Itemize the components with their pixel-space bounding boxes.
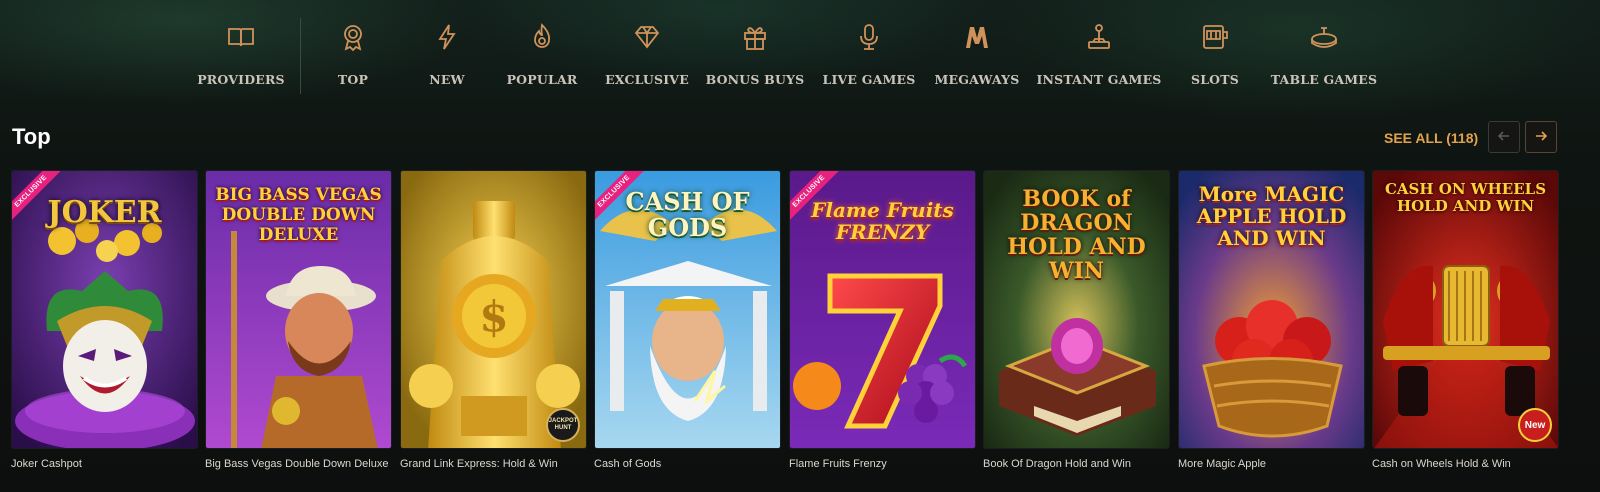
- nav-item-slots[interactable]: SLOTS: [1171, 18, 1259, 87]
- nav-label: SLOTS: [1190, 72, 1240, 87]
- game-thumbnail[interactable]: Flame Fruits FRENZY EXCLUSIVE: [789, 170, 976, 449]
- nav-label: MEGAWAYS: [934, 72, 1020, 87]
- nav-item-top[interactable]: TOP: [301, 18, 405, 87]
- game-card-cash-of-gods[interactable]: CASH OF GODS EXCLUSIVE Cash of Gods: [594, 170, 781, 470]
- game-card-book-of-dragon[interactable]: BOOK of DRAGON HOLD AND WIN Book Of Drag…: [983, 170, 1170, 470]
- game-logo: CASH ON WHEELS HOLD AND WIN: [1384, 180, 1547, 215]
- game-card-cash-on-wheels[interactable]: CASH ON WHEELS HOLD AND WIN New Cash on …: [1372, 170, 1559, 470]
- award-rosette-icon: [338, 18, 368, 56]
- nav-item-bonus-buys[interactable]: BONUS BUYS: [699, 18, 811, 87]
- nav-item-exclusive[interactable]: EXCLUSIVE: [595, 18, 699, 87]
- game-title[interactable]: Joker Cashpot: [11, 458, 198, 470]
- nav-label: TOP: [337, 72, 369, 87]
- game-thumbnail[interactable]: BOOK of DRAGON HOLD AND WIN: [983, 170, 1170, 449]
- game-logo: CASH OF GODS: [625, 187, 750, 242]
- nav-label: POPULAR: [506, 72, 578, 87]
- nav-label: TABLE GAMES: [1270, 72, 1378, 87]
- game-title[interactable]: Flame Fruits Frenzy: [789, 458, 976, 470]
- game-title[interactable]: Grand Link Express: Hold & Win: [400, 458, 587, 470]
- nav-item-providers[interactable]: PROVIDERS: [197, 18, 285, 87]
- game-title[interactable]: More Magic Apple: [1178, 458, 1365, 470]
- nav-label: INSTANT GAMES: [1036, 72, 1162, 87]
- game-card-grand-link-express[interactable]: $ JACKPOT HUNT Grand Link Express: Hold …: [400, 170, 587, 470]
- game-logo: JOKER: [47, 195, 162, 230]
- nav-item-new[interactable]: NEW: [405, 18, 489, 87]
- game-title[interactable]: Cash of Gods: [594, 458, 781, 470]
- arrow-right-icon: [1534, 128, 1548, 147]
- game-thumbnail[interactable]: BIG BASS VEGAS DOUBLE DOWN DELUXE: [205, 170, 392, 449]
- flame-icon: [527, 18, 557, 56]
- game-logo: BIG BASS VEGAS DOUBLE DOWN DELUXE: [215, 185, 382, 245]
- lightning-icon: [432, 18, 462, 56]
- next-button[interactable]: [1525, 121, 1557, 153]
- game-logo: Flame Fruits FRENZY: [811, 198, 954, 244]
- see-all-link[interactable]: SEE ALL (118): [1384, 130, 1478, 146]
- nav-label: PROVIDERS: [197, 72, 285, 87]
- nav-item-megaways[interactable]: MEGAWAYS: [927, 18, 1027, 87]
- game-thumbnail[interactable]: CASH ON WHEELS HOLD AND WIN New: [1372, 170, 1559, 449]
- game-logo: BOOK of DRAGON HOLD AND WIN: [1007, 186, 1146, 284]
- game-thumbnail[interactable]: $ JACKPOT HUNT: [400, 170, 587, 449]
- game-thumbnail[interactable]: More MAGIC APPLE HOLD AND WIN: [1178, 170, 1365, 449]
- jackpot-hunt-badge: JACKPOT HUNT: [546, 408, 580, 442]
- book-icon: [226, 18, 256, 56]
- prev-button[interactable]: [1488, 121, 1520, 153]
- diamond-icon: [632, 18, 662, 56]
- category-nav: PROVIDERS TOP NEW POPULAR EXCLUSIVE BONU…: [197, 18, 1389, 94]
- game-thumbnail[interactable]: JOKER EXCLUSIVE: [11, 170, 198, 449]
- nav-label: NEW: [429, 72, 465, 87]
- slot-machine-icon: [1200, 18, 1230, 56]
- microphone-icon: [854, 18, 884, 56]
- arrow-left-icon: [1497, 128, 1511, 147]
- nav-item-popular[interactable]: POPULAR: [489, 18, 595, 87]
- nav-label: EXCLUSIVE: [605, 72, 689, 87]
- nav-item-live-games[interactable]: LIVE GAMES: [811, 18, 927, 87]
- game-card-flame-fruits-frenzy[interactable]: Flame Fruits FRENZY EXCLUSIVE Flame Frui…: [789, 170, 976, 470]
- svg-text:$: $: [479, 292, 508, 341]
- joystick-icon: [1084, 18, 1114, 56]
- game-card-joker-cashpot[interactable]: JOKER EXCLUSIVE Joker Cashpot: [11, 170, 198, 470]
- roulette-table-icon: [1309, 18, 1339, 56]
- nav-label: LIVE GAMES: [822, 72, 916, 87]
- megaways-m-icon: [962, 18, 992, 56]
- game-title[interactable]: Book Of Dragon Hold and Win: [983, 458, 1170, 470]
- game-thumbnail[interactable]: CASH OF GODS EXCLUSIVE: [594, 170, 781, 449]
- game-title[interactable]: Cash on Wheels Hold & Win: [1372, 458, 1559, 470]
- game-card-big-bass-vegas[interactable]: BIG BASS VEGAS DOUBLE DOWN DELUXE Big Ba…: [205, 170, 392, 470]
- game-card-more-magic-apple[interactable]: More MAGIC APPLE HOLD AND WIN More Magic…: [1178, 170, 1365, 470]
- nav-item-instant-games[interactable]: INSTANT GAMES: [1027, 18, 1171, 87]
- game-logo: More MAGIC APPLE HOLD AND WIN: [1196, 182, 1347, 250]
- nav-item-table-games[interactable]: TABLE GAMES: [1259, 18, 1389, 87]
- nav-label: BONUS BUYS: [705, 72, 805, 87]
- game-title[interactable]: Big Bass Vegas Double Down Deluxe: [205, 458, 392, 470]
- new-badge: New: [1518, 408, 1552, 442]
- section-title: Top: [12, 124, 51, 149]
- gift-icon: [740, 18, 770, 56]
